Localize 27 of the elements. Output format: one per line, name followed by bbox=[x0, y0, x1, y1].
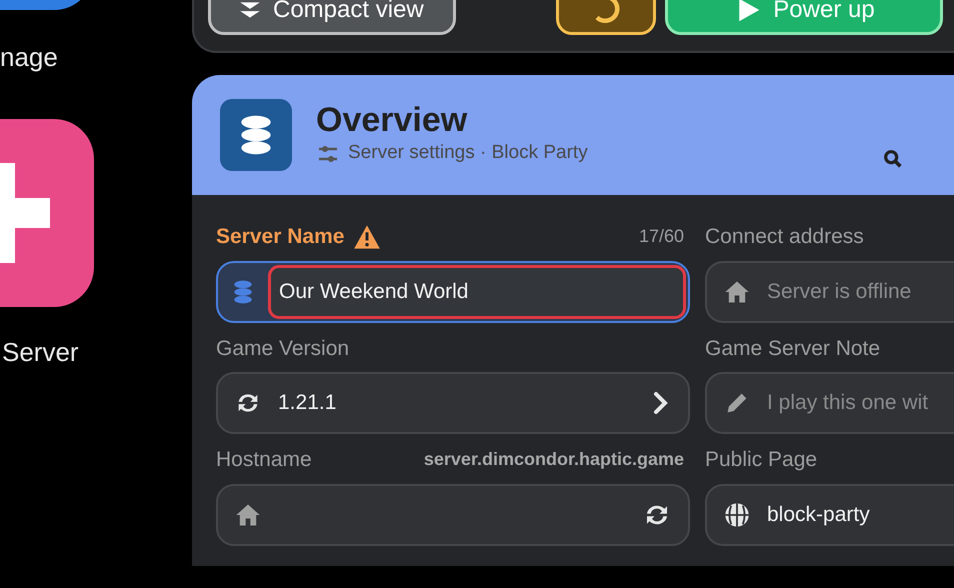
input-field[interactable]: I play this one wit bbox=[705, 372, 954, 434]
app-label: Server bbox=[2, 336, 79, 369]
input-field[interactable]: block-party bbox=[705, 484, 954, 546]
panel-subtitle: Server settings · Block Party bbox=[348, 141, 588, 166]
field-label: Public Page bbox=[705, 447, 818, 473]
field-label: Hostname bbox=[216, 447, 312, 473]
input-field[interactable]: Server is offline bbox=[705, 260, 954, 322]
field-label: Connect address bbox=[705, 224, 864, 250]
input-field[interactable]: block-party bbox=[765, 498, 954, 532]
input-field[interactable]: Server is offline bbox=[765, 274, 954, 308]
input-field[interactable] bbox=[216, 484, 690, 546]
hostname-text: server.dimcondor.haptic.game bbox=[424, 448, 684, 472]
globe-icon bbox=[723, 500, 751, 528]
app-label: nage bbox=[0, 41, 58, 74]
input-field[interactable]: 1.21.1 bbox=[276, 386, 634, 420]
input-field[interactable]: I play this one wit bbox=[765, 386, 954, 420]
field-label: Game Version bbox=[216, 336, 350, 362]
undo-button[interactable] bbox=[556, 0, 656, 35]
input-field[interactable]: 1.21.1 bbox=[216, 372, 690, 434]
focused-field[interactable]: Our Weekend World bbox=[216, 260, 690, 322]
search-icon[interactable] bbox=[882, 148, 904, 170]
field-label: Game Server Note bbox=[705, 336, 880, 362]
input-field[interactable]: Our Weekend World bbox=[277, 274, 677, 308]
character-counter: 17/60 bbox=[638, 225, 684, 248]
field-label: Server Name bbox=[216, 224, 344, 250]
panel-title: Overview bbox=[316, 102, 468, 140]
input-box[interactable]: Our Weekend World bbox=[268, 264, 686, 318]
